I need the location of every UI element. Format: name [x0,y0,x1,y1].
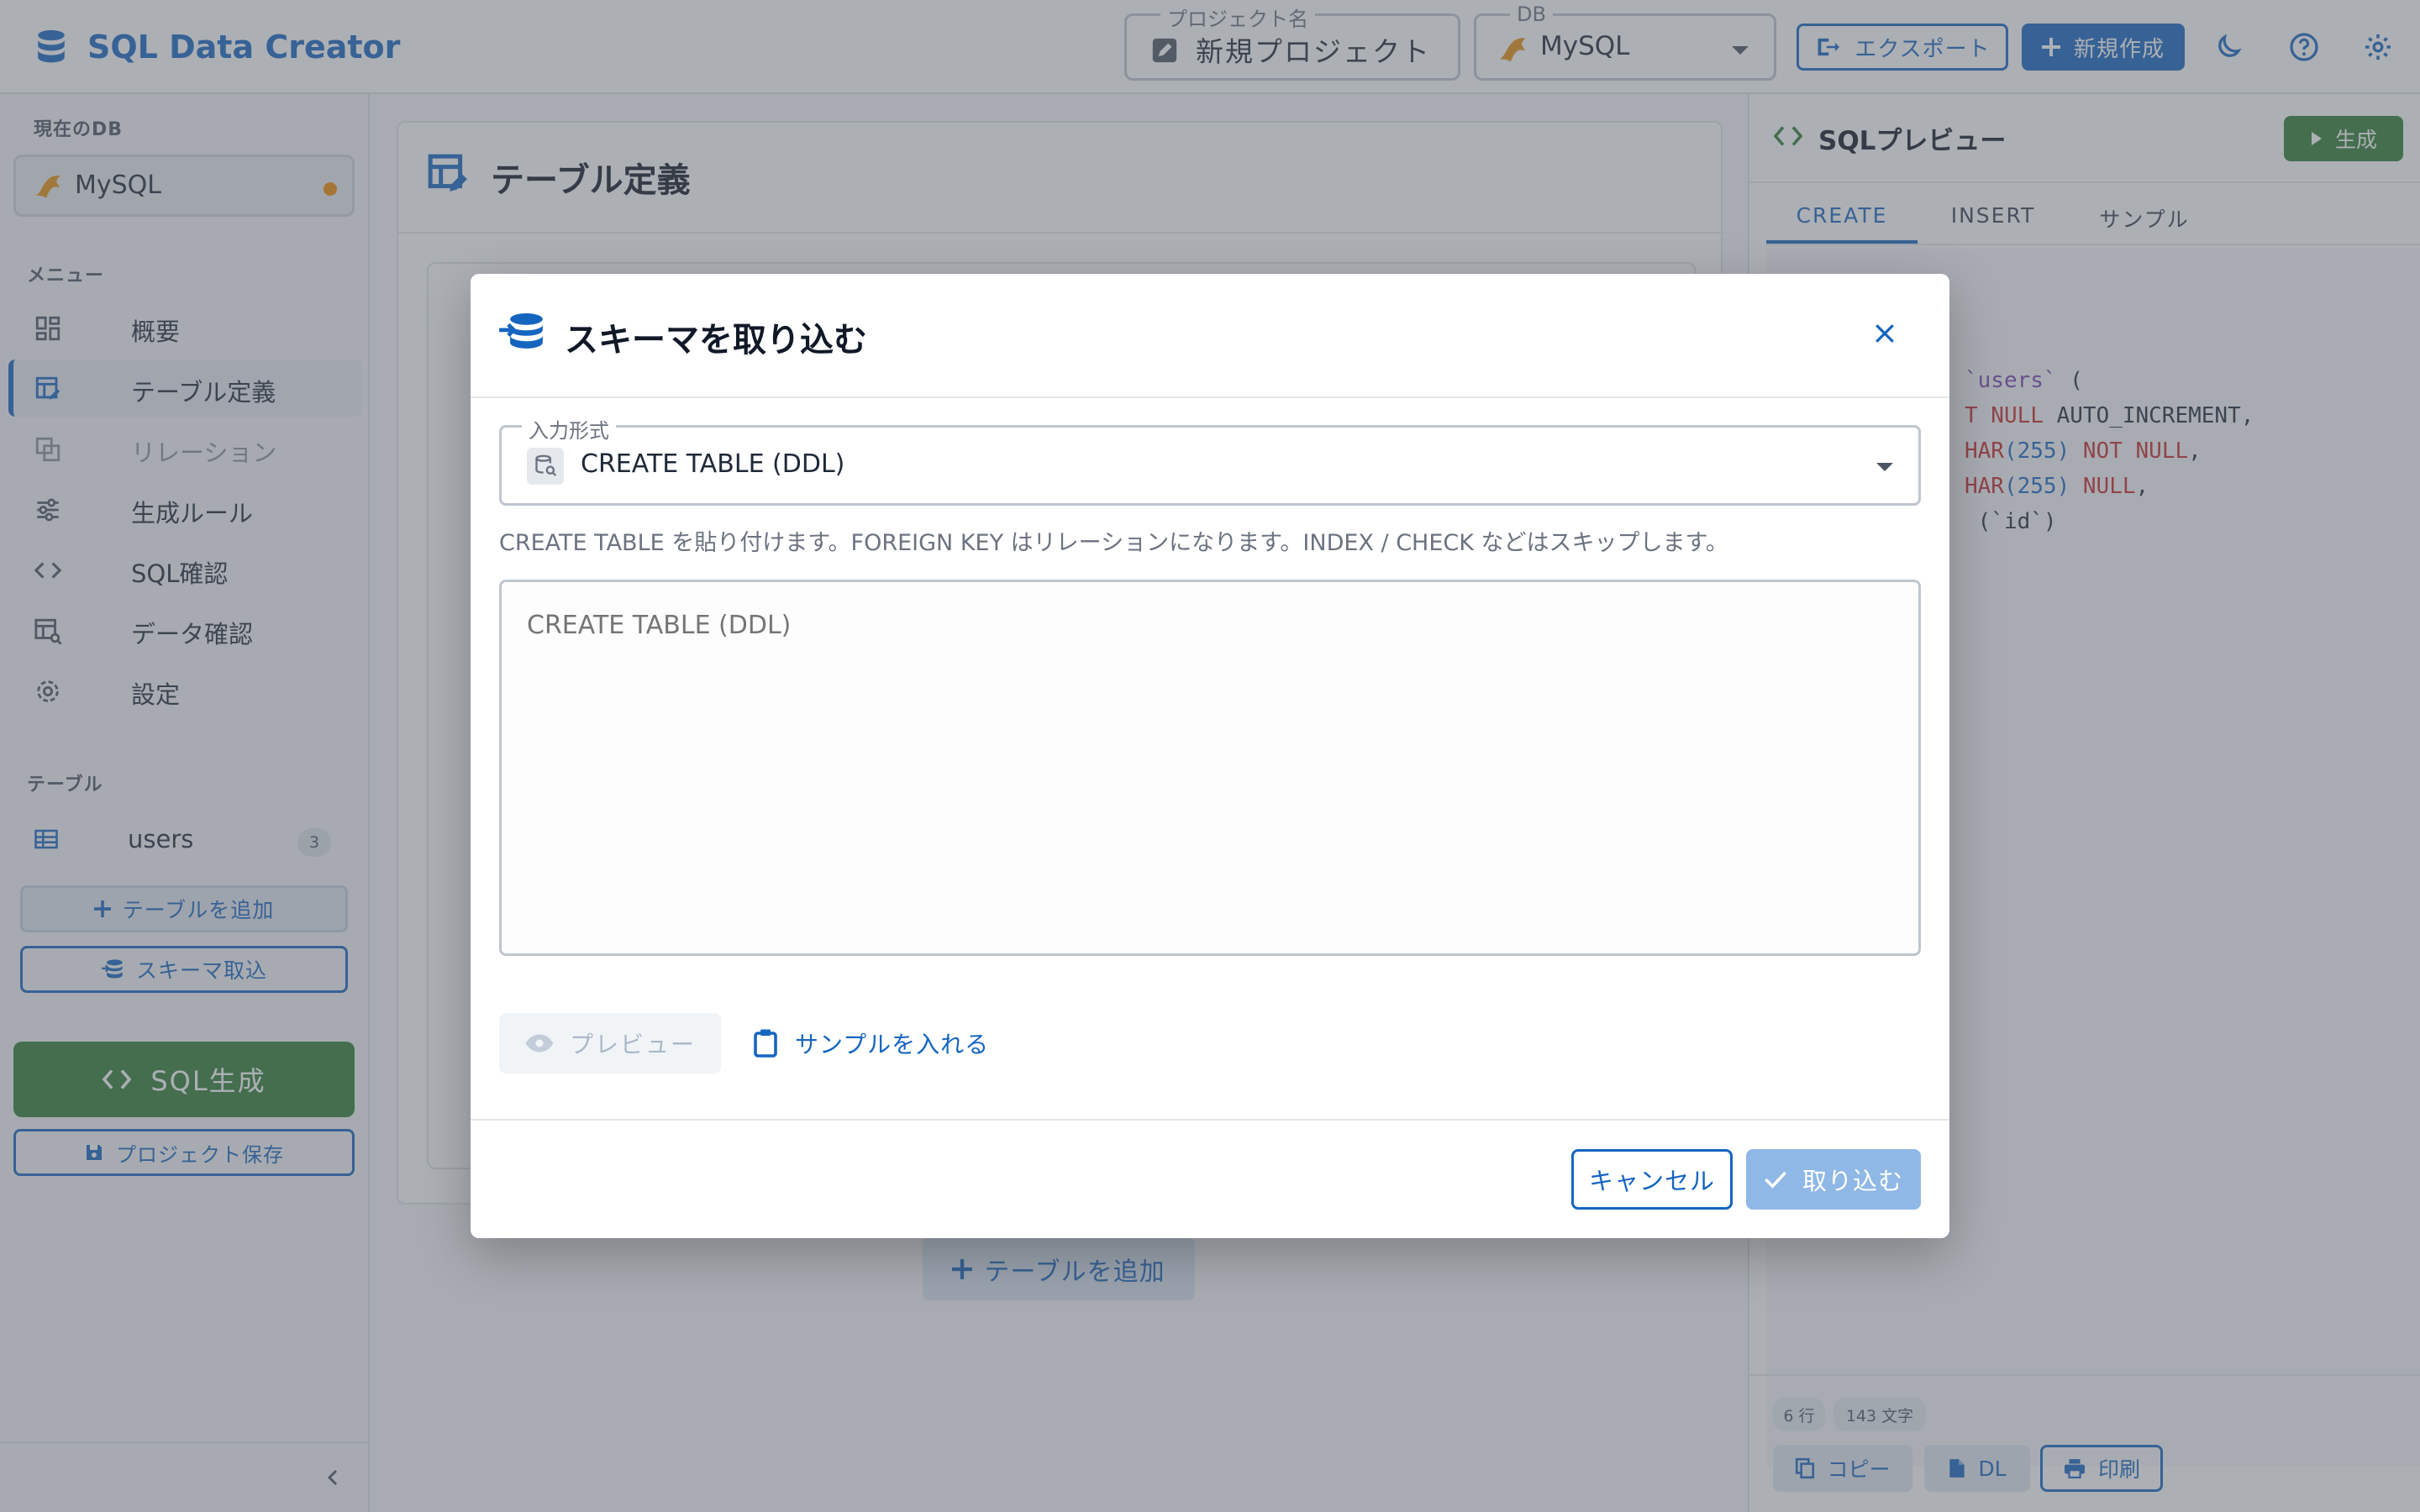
insert-sample-button[interactable]: サンプルを入れる [753,1013,1030,1074]
dialog-footer-divider [471,1119,1949,1121]
close-icon[interactable] [1874,323,1896,344]
preview-button[interactable]: プレビュー [499,1013,721,1074]
cancel-button[interactable]: キャンセル [1571,1149,1733,1210]
ddl-textarea[interactable] [499,580,1921,956]
insert-sample-label: サンプルを入れる [795,1031,990,1058]
sql-file-icon [527,448,564,485]
eye-icon [524,1033,555,1053]
format-hint: CREATE TABLE を貼り付けます。FOREIGN KEY はリレーション… [499,530,1728,556]
input-format-select[interactable]: 入力形式 CREATE TABLE (DDL) [499,414,1921,506]
dialog-title: スキーマを取り込む [565,321,867,360]
dialog-header-divider [471,396,1949,398]
clipboard-icon [753,1028,778,1058]
chevron-down-icon [1875,461,1895,473]
import-label: 取り込む [1802,1167,1903,1195]
database-import-icon [497,311,544,353]
check-icon [1764,1170,1787,1189]
input-format-value: CREATE TABLE (DDL) [581,449,845,479]
import-schema-dialog: スキーマを取り込む 入力形式 CREATE TABLE (DDL) CREATE… [471,274,1949,1238]
import-button[interactable]: 取り込む [1746,1149,1921,1210]
preview-label: プレビュー [569,1031,696,1058]
input-format-legend: 入力形式 [522,414,616,444]
